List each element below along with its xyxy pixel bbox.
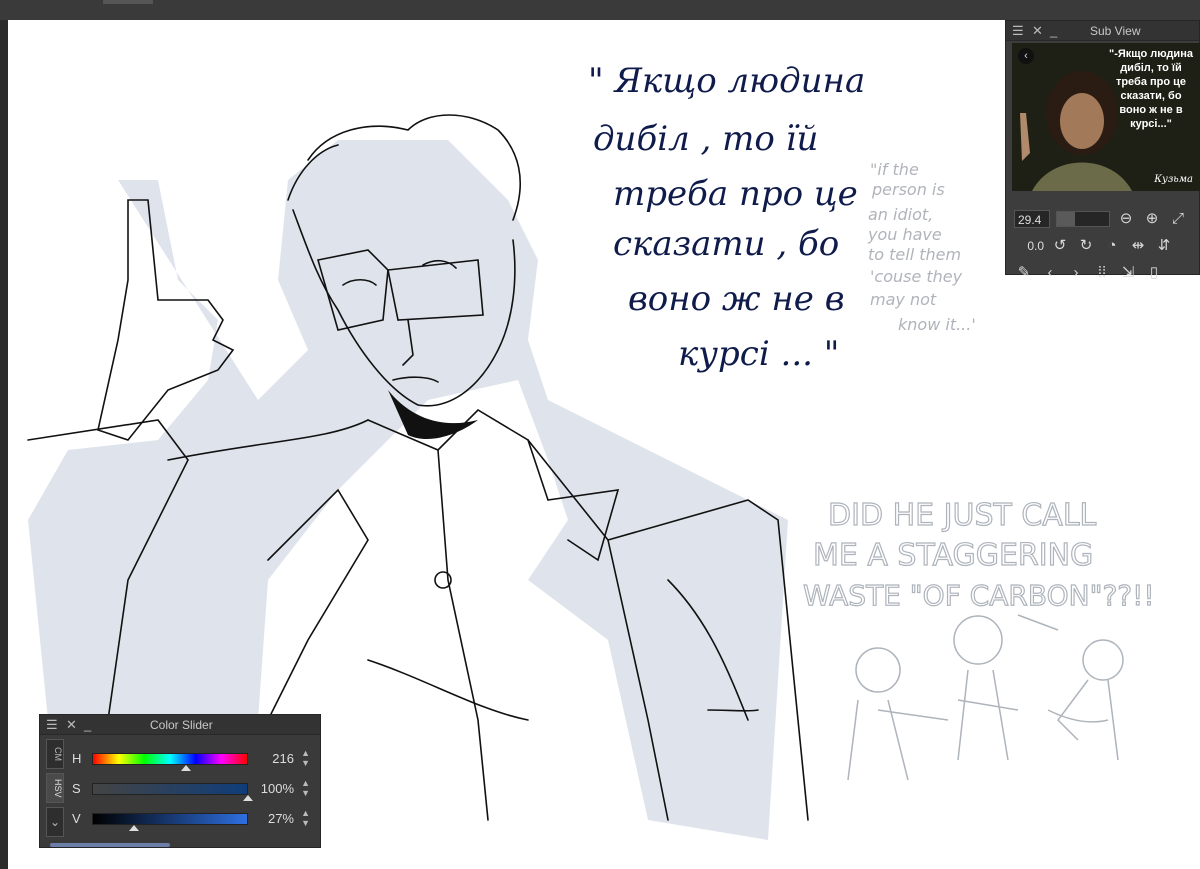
fit-icon[interactable]: ⤢ — [1168, 209, 1188, 229]
rotate-right-icon[interactable]: ↻ — [1076, 236, 1096, 256]
saturation-spinner[interactable]: ▲ ▼ — [301, 778, 310, 798]
next-icon[interactable]: › — [1066, 263, 1086, 283]
en-line: you have — [867, 225, 942, 244]
menu-icon[interactable]: ☰ — [46, 717, 58, 733]
ua-line: треба про це — [613, 174, 858, 214]
ua-line: дибіл , то їй — [593, 119, 818, 159]
previous-icon[interactable]: ‹ — [1040, 263, 1060, 283]
hue-label: H — [72, 751, 82, 766]
caps-exclamation: DID HE JUST CALL ME A STAGGERING WASTE "… — [802, 497, 1155, 612]
saturation-slider[interactable] — [92, 783, 248, 795]
selected-color-strip — [50, 843, 170, 847]
en-line: 'couse they — [870, 267, 963, 286]
zoom-out-icon[interactable]: ⊖ — [1116, 209, 1136, 229]
tools-row: ✎ ‹ › ⁞⁞ ⇲ ▯ — [1014, 261, 1164, 285]
flip-vertical-icon[interactable]: ⇵ — [1154, 236, 1174, 256]
en-line: person is — [871, 180, 945, 199]
close-icon[interactable]: ✕ — [66, 717, 77, 733]
rotation-value: 0.0 — [1027, 239, 1044, 253]
saturation-label: S — [72, 781, 81, 796]
thumb-signature: Кузьма — [1154, 174, 1193, 185]
color-mode-tabs: CM HSV ⌄ — [46, 739, 66, 843]
saturation-row: S 100% ▲ ▼ — [70, 775, 316, 801]
top-toolbar — [0, 0, 1200, 20]
chevron-down-icon[interactable]: ⌄ — [46, 807, 64, 837]
color-slider-header[interactable]: ☰ ✕ _ Color Slider — [40, 715, 320, 735]
en-line: "if the — [870, 160, 919, 179]
value-slider[interactable] — [92, 813, 248, 825]
en-line: may not — [870, 290, 937, 309]
toolbar-tab-active[interactable] — [103, 0, 153, 4]
zoom-row: 29.4 ⊖ ⊕ ⤢ — [1014, 207, 1188, 231]
import-icon[interactable]: ⇲ — [1118, 263, 1138, 283]
zoom-in-icon[interactable]: ⊕ — [1142, 209, 1162, 229]
close-icon[interactable]: ✕ — [1032, 23, 1043, 39]
en-line: to tell them — [868, 245, 961, 264]
caps-line: WASTE "OF CARBON"??!! — [803, 579, 1155, 612]
eyedropper-icon[interactable]: ✎ — [1014, 263, 1034, 283]
sub-view-header[interactable]: ☰ ✕ _ Sub View — [1006, 21, 1199, 41]
menu-icon[interactable]: ☰ — [1012, 23, 1024, 39]
value-spinner[interactable]: ▲ ▼ — [301, 808, 310, 828]
english-translation: "if the person is an idiot, you have to … — [867, 160, 976, 334]
delete-icon[interactable]: ▯ — [1144, 263, 1164, 283]
reset-rotation-icon[interactable]: ◔ — [1102, 236, 1122, 256]
hue-value[interactable]: 216 — [244, 751, 294, 766]
minimize-icon[interactable]: _ — [1050, 23, 1057, 38]
ua-line: воно ж не в — [628, 279, 845, 319]
minimize-icon[interactable]: _ — [84, 717, 91, 732]
ukrainian-quote: " Якщо людина дибіл , то їй треба про це… — [588, 61, 865, 374]
flip-horizontal-icon[interactable]: ⇹ — [1128, 236, 1148, 256]
back-icon[interactable]: ‹ — [1018, 48, 1034, 64]
reference-image[interactable]: ‹ "-Якщо людина дибіл, то їй треба про ц… — [1012, 43, 1200, 191]
value-slider-thumb[interactable] — [129, 825, 140, 831]
ua-line: " Якщо людина — [588, 61, 865, 101]
panel-title: Sub View — [1090, 24, 1141, 38]
thumb-quote: "-Якщо людина дибіл, то їй треба про це … — [1109, 48, 1193, 130]
doodle-figures — [847, 614, 1124, 781]
hue-slider[interactable] — [92, 753, 248, 765]
hue-slider-thumb[interactable] — [180, 765, 191, 771]
zoom-slider[interactable] — [1056, 211, 1110, 227]
sub-view-panel[interactable]: ☰ ✕ _ Sub View ‹ "-Якщо людина дибіл, то… — [1005, 20, 1200, 281]
zoom-slider-fill — [1057, 212, 1076, 226]
value-row: V 27% ▲ ▼ — [70, 805, 316, 831]
ua-line: курсі ... " — [678, 334, 839, 374]
value-value[interactable]: 27% — [244, 811, 294, 826]
hue-spinner[interactable]: ▲ ▼ — [301, 748, 310, 768]
caps-line: DID HE JUST CALL — [828, 498, 1097, 533]
tab-hsv[interactable]: HSV — [46, 773, 64, 803]
color-slider-panel[interactable]: ☰ ✕ _ Color Slider CM HSV ⌄ H 216 ▲ ▼ S 1… — [39, 714, 321, 848]
grid-icon[interactable]: ⁞⁞ — [1092, 263, 1112, 283]
en-line: an idiot, — [868, 205, 933, 224]
tab-cm[interactable]: CM — [46, 739, 64, 769]
en-line: know it...' — [898, 315, 976, 334]
ua-line: сказати , бо — [613, 224, 839, 264]
zoom-input[interactable]: 29.4 — [1014, 210, 1050, 228]
panel-title: Color Slider — [150, 718, 213, 732]
hue-row: H 216 ▲ ▼ — [70, 745, 316, 771]
caps-line: ME A STAGGERING — [813, 538, 1093, 573]
rotation-row: 0.0 ↺ ↻ ◔ ⇹ ⇵ — [1014, 234, 1174, 258]
saturation-value[interactable]: 100% — [244, 781, 294, 796]
rotate-left-icon[interactable]: ↺ — [1050, 236, 1070, 256]
value-label: V — [72, 811, 81, 826]
